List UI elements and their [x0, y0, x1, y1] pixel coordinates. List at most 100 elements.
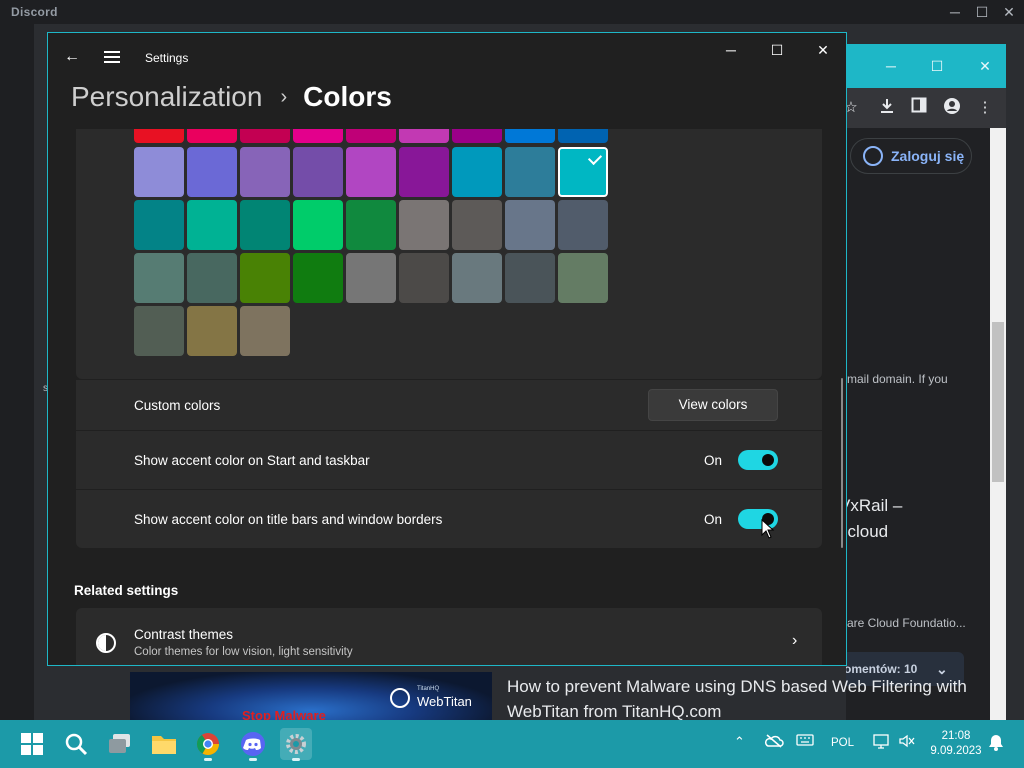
color-swatch[interactable]: [293, 253, 343, 303]
webtitan-logo-text: WebTitan: [417, 694, 472, 709]
discord-close-button[interactable]: ✕: [998, 2, 1020, 22]
clock-time: 21:08: [941, 730, 971, 742]
thumbnail-red-text: Stop Malware: [242, 708, 326, 720]
chrome-icon[interactable]: [192, 728, 224, 761]
article-headline[interactable]: How to prevent Malware using DNS based W…: [507, 674, 987, 724]
browser-maximize-button[interactable]: ☐: [926, 56, 948, 76]
discord-server-rail: [0, 24, 34, 720]
color-swatch[interactable]: [293, 147, 343, 197]
color-swatch[interactable]: [452, 253, 502, 303]
color-swatch[interactable]: [399, 147, 449, 197]
close-button[interactable]: ✕: [807, 39, 839, 61]
color-swatch[interactable]: [134, 306, 184, 356]
color-swatch[interactable]: [346, 253, 396, 303]
color-swatch[interactable]: [452, 129, 502, 143]
color-swatch[interactable]: [399, 200, 449, 250]
color-swatch[interactable]: [452, 147, 502, 197]
login-button[interactable]: Zaloguj się: [850, 138, 972, 174]
file-explorer-icon[interactable]: [148, 728, 180, 760]
contrast-icon: [96, 633, 116, 653]
color-swatch[interactable]: [240, 200, 290, 250]
breadcrumb: Personalization › Colors: [71, 81, 392, 121]
browser-close-button[interactable]: ✕: [974, 56, 996, 76]
task-view-icon[interactable]: [104, 728, 136, 760]
color-swatch[interactable]: [293, 200, 343, 250]
browser-minimize-button[interactable]: ─: [880, 56, 902, 76]
color-swatch[interactable]: [240, 253, 290, 303]
user-circle-icon: [863, 146, 883, 166]
color-swatch[interactable]: [240, 306, 290, 356]
breadcrumb-parent[interactable]: Personalization: [71, 81, 262, 112]
color-swatch[interactable]: [558, 253, 608, 303]
settings-scrollbar[interactable]: [841, 378, 843, 548]
maximize-button[interactable]: ☐: [761, 39, 793, 61]
webtitan-logo-small: TitanHQ: [417, 686, 440, 692]
search-icon[interactable]: [60, 728, 92, 760]
settings-window: ← Settings ─ ☐ ✕ Personalization › Colors …: [47, 32, 847, 666]
back-arrow-icon[interactable]: ←: [62, 47, 82, 67]
color-swatch[interactable]: [346, 129, 396, 143]
volume-muted-icon[interactable]: [898, 733, 916, 752]
color-swatch[interactable]: [134, 253, 184, 303]
color-swatch[interactable]: [187, 253, 237, 303]
color-swatch[interactable]: [293, 129, 343, 143]
custom-colors-label: Custom colors: [134, 398, 221, 413]
discord-minimize-button[interactable]: ─: [944, 2, 966, 22]
color-swatch[interactable]: [187, 129, 237, 143]
article-thumbnail[interactable]: TitanHQ WebTitan Stop Malware: [130, 672, 492, 720]
browser-scrollbar-thumb[interactable]: [992, 322, 1004, 482]
taskbar: ⌃ POL 21:08 9.09.2023: [0, 720, 1024, 768]
color-swatch[interactable]: [399, 253, 449, 303]
settings-scroll-area[interactable]: Custom colors View colors Show accent co…: [74, 129, 824, 665]
keyboard-icon[interactable]: [796, 733, 814, 750]
mouse-cursor-icon: [761, 519, 775, 539]
webtitan-logo: TitanHQ WebTitan: [390, 682, 482, 716]
browser-menu-icon[interactable]: ⋮: [974, 97, 996, 119]
onedrive-icon[interactable]: [764, 733, 784, 752]
profile-icon[interactable]: [941, 97, 963, 119]
color-swatch[interactable]: [346, 200, 396, 250]
network-icon[interactable]: [872, 733, 890, 752]
color-swatch[interactable]: [134, 200, 184, 250]
browser-toolbar: ☆ ⋮: [846, 88, 1006, 128]
color-swatch[interactable]: [452, 200, 502, 250]
notification-bell-icon[interactable]: [988, 733, 1004, 754]
color-swatch[interactable]: [187, 200, 237, 250]
accent-titlebar-state: On: [704, 512, 723, 527]
color-swatch[interactable]: [558, 129, 608, 143]
hamburger-menu-icon[interactable]: [102, 47, 122, 67]
color-swatch[interactable]: [346, 147, 396, 197]
color-swatch[interactable]: [240, 129, 290, 143]
browser-window: ─ ☐ ✕ ☆ ⋮ Zaloguj się mail domain. If yo…: [846, 44, 1006, 720]
color-swatch[interactable]: [134, 129, 184, 143]
settings-icon[interactable]: [280, 728, 312, 761]
webtitan-logo-icon: [390, 688, 410, 708]
system-clock[interactable]: 21:08 9.09.2023: [928, 729, 984, 759]
color-swatch[interactable]: [134, 147, 184, 197]
color-swatch[interactable]: [505, 200, 555, 250]
side-panel-icon[interactable]: [908, 97, 930, 119]
contrast-themes-row[interactable]: Contrast themes Color themes for low vis…: [76, 608, 822, 665]
color-swatch[interactable]: [240, 147, 290, 197]
color-swatch[interactable]: [399, 129, 449, 143]
color-swatch[interactable]: [505, 253, 555, 303]
article-card[interactable]: TitanHQ WebTitan Stop Malware How to pre…: [130, 672, 990, 721]
language-indicator[interactable]: POL: [831, 737, 854, 749]
color-swatch[interactable]: [505, 129, 555, 143]
color-swatch[interactable]: [187, 306, 237, 356]
discord-icon[interactable]: [237, 728, 269, 761]
discord-maximize-button[interactable]: ☐: [971, 2, 993, 22]
page-title: Colors: [303, 81, 392, 112]
color-swatch[interactable]: [558, 200, 608, 250]
color-swatch-selected[interactable]: [558, 147, 608, 197]
start-icon[interactable]: [16, 728, 48, 760]
browser-scrollbar[interactable]: [990, 128, 1006, 720]
download-icon[interactable]: [876, 97, 898, 119]
bookmark-star-icon[interactable]: ☆: [846, 97, 862, 119]
minimize-button[interactable]: ─: [715, 39, 747, 61]
color-swatch[interactable]: [505, 147, 555, 197]
chevron-up-icon[interactable]: ⌃: [734, 734, 745, 750]
view-colors-button[interactable]: View colors: [648, 389, 778, 421]
color-swatch[interactable]: [187, 147, 237, 197]
accent-start-toggle[interactable]: [738, 450, 778, 470]
